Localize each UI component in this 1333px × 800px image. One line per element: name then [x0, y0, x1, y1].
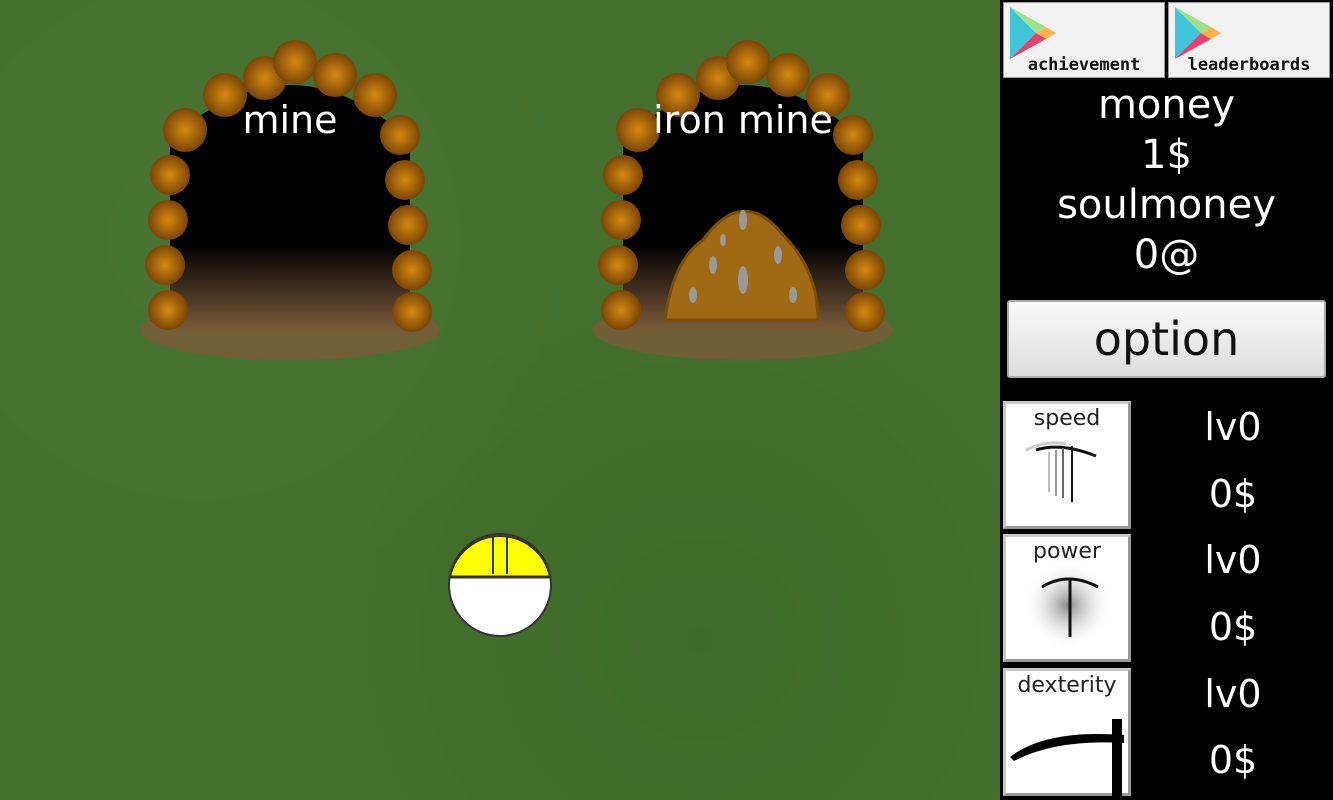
- money-label: money: [1097, 82, 1236, 128]
- upgrade-dexterity-button[interactable]: dexterity: [1003, 668, 1131, 799]
- sidebar: achievement leaderboards money 1$ soulmo…: [1000, 0, 1333, 800]
- pickaxe-power-icon: [1023, 565, 1113, 650]
- achievement-button[interactable]: achievement: [1003, 2, 1165, 78]
- option-button[interactable]: option: [1007, 300, 1326, 378]
- dexterity-cost: 0$: [1208, 738, 1258, 782]
- mine-entrance-icon: [593, 40, 893, 360]
- power-cost: 0$: [1208, 605, 1258, 649]
- power-level: lv0: [1204, 538, 1262, 582]
- game-field[interactable]: mine iron mine: [0, 0, 1000, 800]
- iron-mine[interactable]: iron mine: [593, 40, 893, 370]
- upgrade-power-button[interactable]: power: [1003, 534, 1131, 662]
- upgrade-speed-button[interactable]: speed: [1003, 401, 1131, 529]
- speed-level: lv0: [1204, 405, 1262, 449]
- soulmoney-value: 0@: [1133, 232, 1200, 278]
- speed-cost: 0$: [1208, 472, 1258, 516]
- leaderboards-button[interactable]: leaderboards: [1168, 2, 1330, 78]
- mine-label: mine: [242, 98, 338, 142]
- soulmoney-label: soulmoney: [1057, 182, 1276, 228]
- scythe-icon: [1010, 719, 1124, 799]
- miner-character[interactable]: [447, 532, 553, 638]
- google-play-icon: [1010, 7, 1056, 59]
- dexterity-level: lv0: [1204, 672, 1262, 716]
- mine[interactable]: mine: [140, 40, 440, 370]
- money-value: 1$: [1141, 132, 1192, 178]
- google-play-icon: [1175, 7, 1221, 59]
- pickaxe-speed-icon: [1025, 441, 1097, 502]
- mine-entrance-icon: [140, 40, 440, 360]
- mine-label: iron mine: [653, 98, 833, 142]
